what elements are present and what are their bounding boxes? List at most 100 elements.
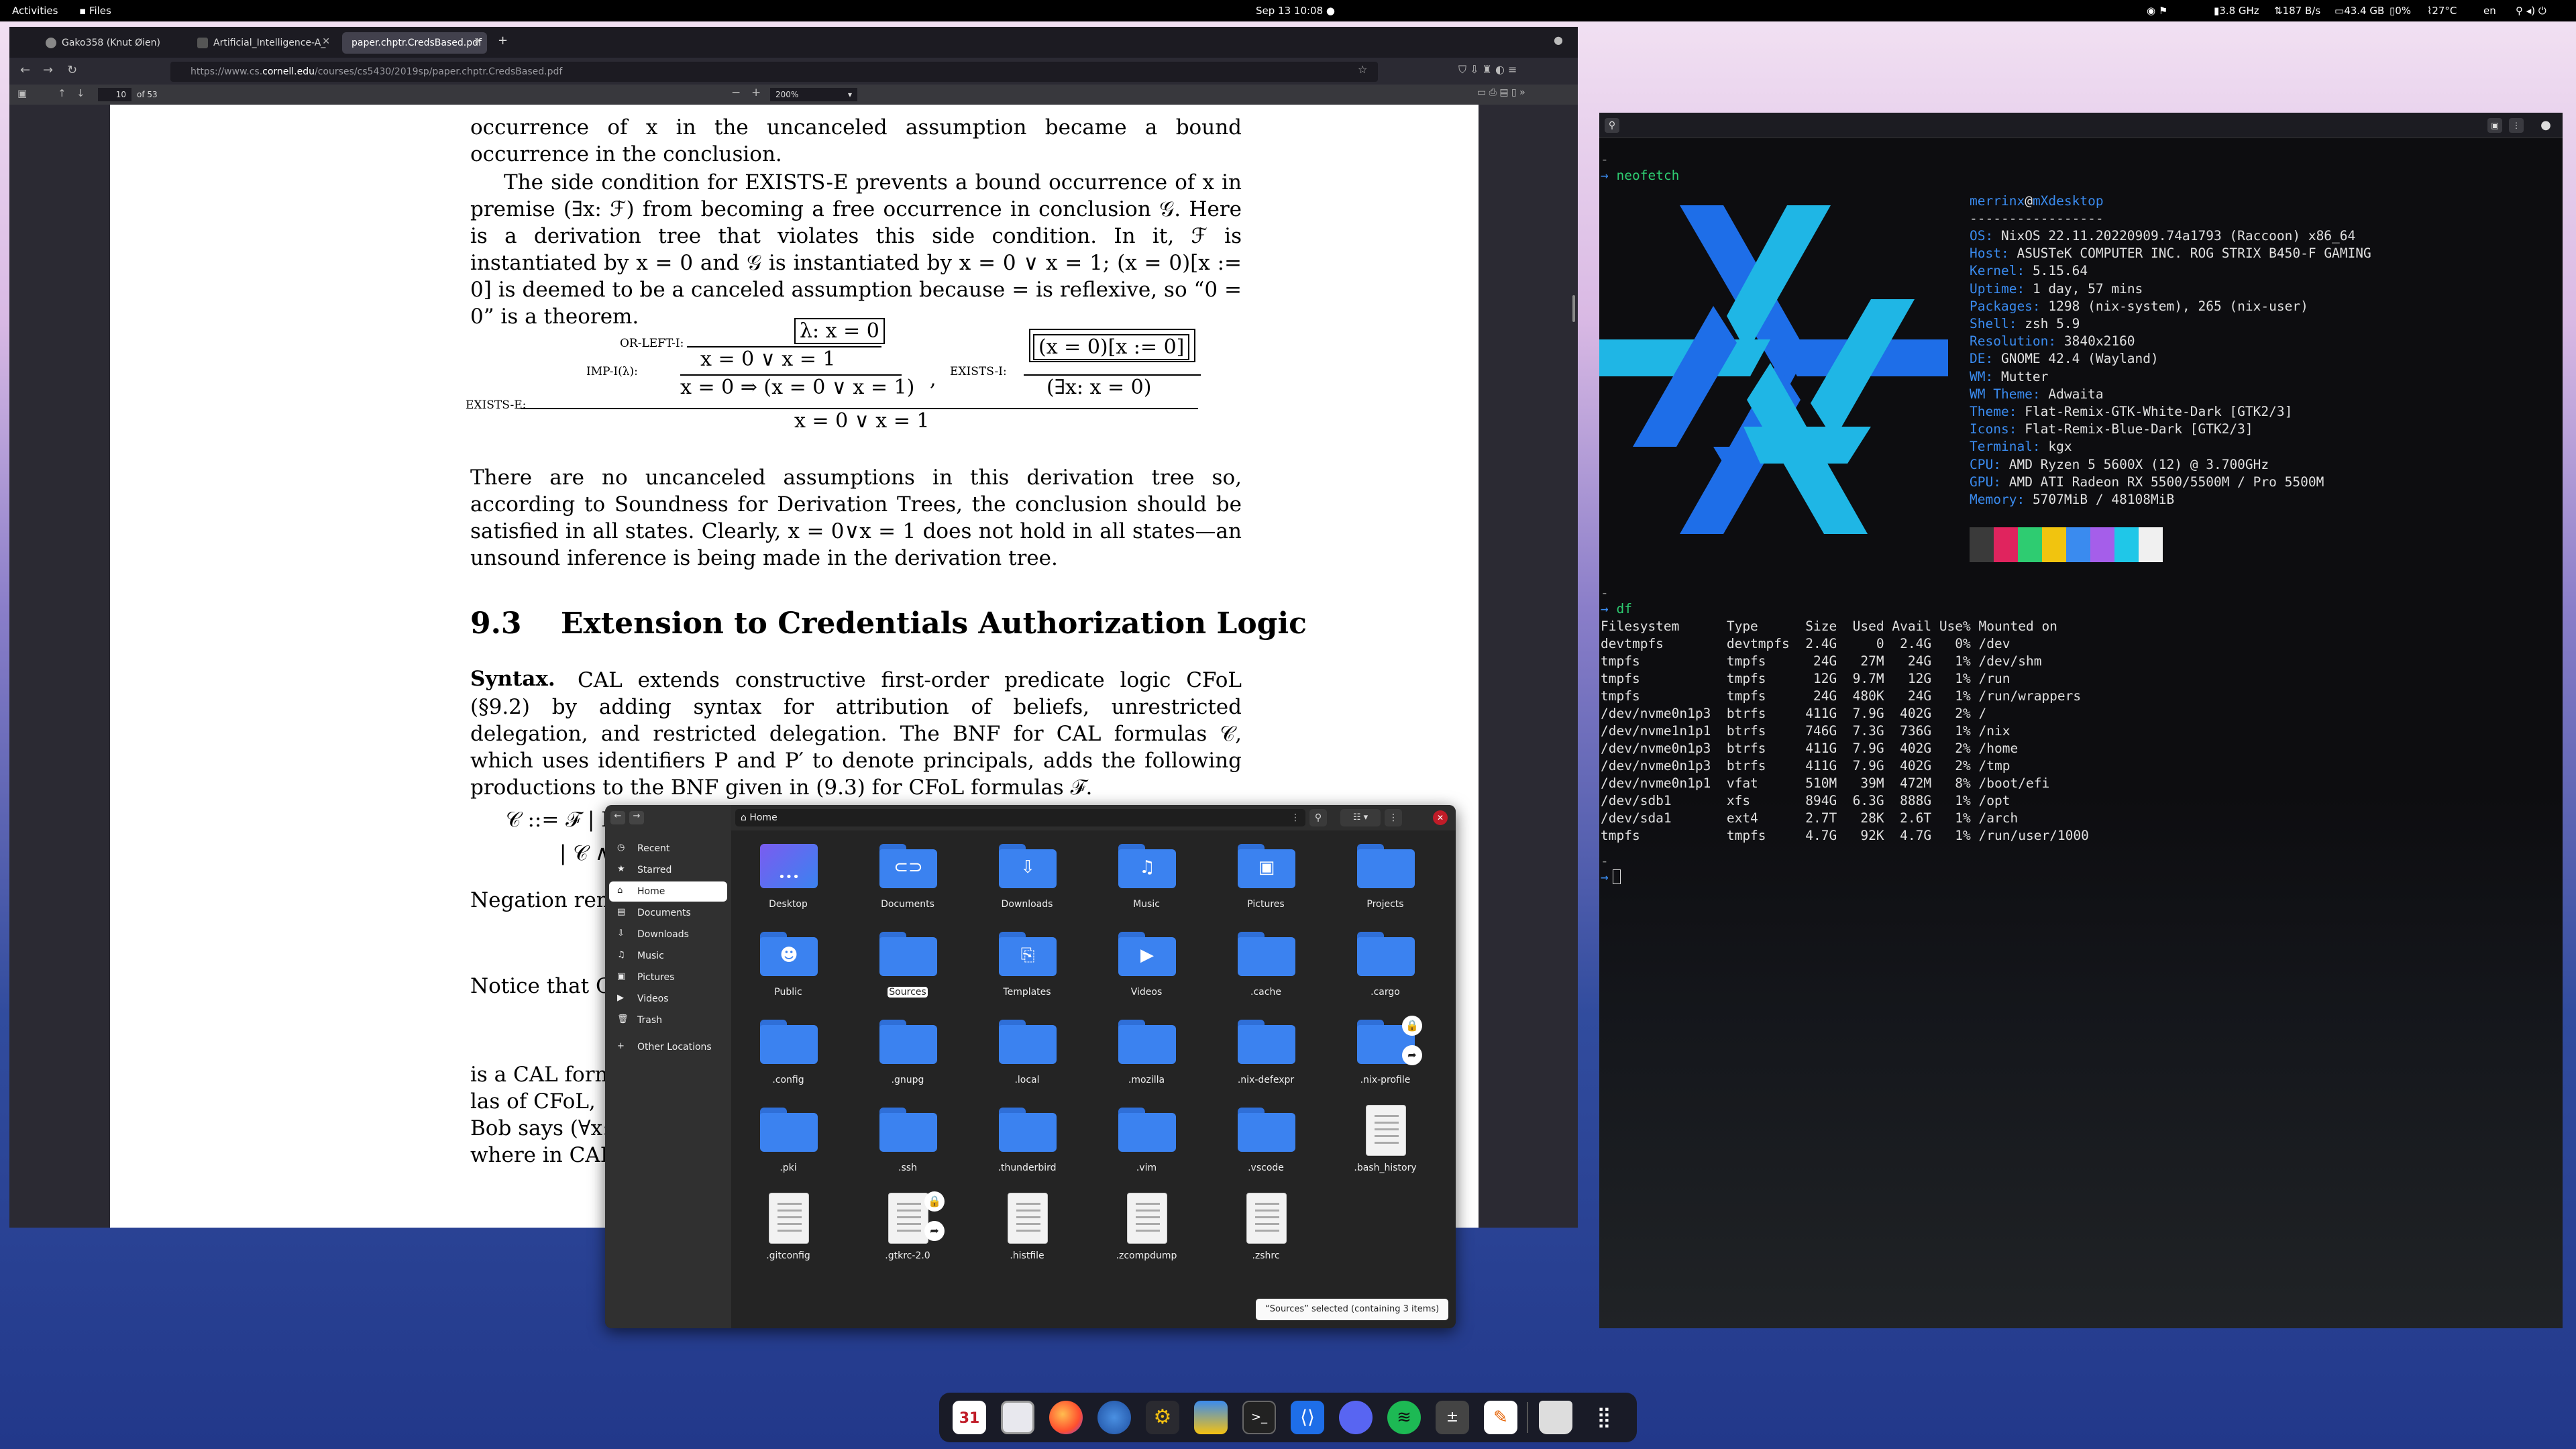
menu-icon[interactable]: ⋮ <box>2509 118 2524 133</box>
file-item[interactable]: .local <box>977 1016 1077 1096</box>
app-menu[interactable]: ▪ Files <box>79 5 111 17</box>
back-icon[interactable]: ← <box>20 63 30 77</box>
file-item[interactable]: ▶ Videos <box>1096 928 1197 1008</box>
lock-icon: 🔒 <box>924 1191 945 1212</box>
neofetch-line: Icons: Flat-Remix-Blue-Dark [GTK2/3] <box>1970 421 2253 437</box>
search-icon[interactable]: ⚲ <box>1309 809 1327 826</box>
activities-button[interactable]: Activities <box>12 5 58 17</box>
file-item[interactable]: .zcompdump <box>1096 1191 1197 1272</box>
sidebar-item-starred[interactable]: ★ Starred <box>609 860 727 880</box>
file-item[interactable]: .ssh <box>857 1104 958 1184</box>
back-icon[interactable]: ← <box>610 811 625 824</box>
terminal-body[interactable]: - → neofetch merrinx@mXdesktop ---------… <box>1599 138 2563 1328</box>
sidebar-item-trash[interactable]: 🗑 Trash <box>609 1010 727 1030</box>
calendar-icon[interactable]: 31 <box>953 1401 986 1434</box>
vscode-icon[interactable]: ⟨⟩ <box>1291 1401 1324 1434</box>
sidebar-item-other-locations[interactable]: + Other Locations <box>609 1037 727 1057</box>
new-tab-icon[interactable]: + <box>498 34 508 48</box>
sidebar-item-documents[interactable]: ▤ Documents <box>609 903 727 923</box>
file-item[interactable]: 🔒 ➦ .nix-profile <box>1335 1016 1436 1096</box>
system-menu[interactable]: ⚲ ◂) ⏻ <box>2516 5 2546 17</box>
calculator-icon[interactable]: ± <box>1436 1401 1469 1434</box>
image-viewer-icon[interactable] <box>1194 1401 1228 1434</box>
scrollbar[interactable] <box>1572 295 1575 322</box>
sidebar-item-downloads[interactable]: ⇩ Downloads <box>609 924 727 945</box>
trash-icon[interactable] <box>1539 1401 1572 1434</box>
file-item[interactable]: ••• Desktop <box>738 840 839 920</box>
cpu-indicator: ▮3.8 GHz <box>2214 5 2259 17</box>
toolbar-icons[interactable]: ⛉ ⇩ ♜ ◐ ≡ <box>1458 63 1517 76</box>
forward-icon[interactable]: → <box>629 811 644 824</box>
info-key: Kernel <box>1970 263 2017 279</box>
file-item[interactable]: .gnupg <box>857 1016 958 1096</box>
forward-icon[interactable]: → <box>43 63 53 77</box>
clock[interactable]: Sep 13 10:08 ● <box>1256 5 1335 17</box>
prev-page-icon[interactable]: ↑ <box>58 87 66 99</box>
file-item[interactable]: 🔒 ➦ .gtkrc-2.0 <box>857 1191 958 1272</box>
file-item[interactable]: .cache <box>1216 928 1316 1008</box>
close-icon[interactable]: ✕ <box>322 36 330 47</box>
robot-app-icon[interactable]: ⚙ <box>1146 1401 1179 1434</box>
menu-icon[interactable]: ⋮ <box>1385 809 1402 826</box>
sidebar-item-home[interactable]: ⌂ Home <box>609 881 727 902</box>
file-item[interactable]: ▣ Pictures <box>1216 840 1316 920</box>
sidebar-item-recent[interactable]: ◷ Recent <box>609 839 727 859</box>
zoom-select[interactable]: 200% ▾ <box>770 88 857 101</box>
file-item[interactable]: .nix-defexpr <box>1216 1016 1316 1096</box>
zoom-out-icon[interactable]: − <box>731 86 741 99</box>
firefox-icon[interactable] <box>1049 1401 1083 1434</box>
file-item[interactable]: .cargo <box>1335 928 1436 1008</box>
spotify-icon[interactable]: ≋ <box>1387 1401 1421 1434</box>
file-item[interactable]: .vim <box>1096 1104 1197 1184</box>
sidebar-item-videos[interactable]: ▶ Videos <box>609 989 727 1009</box>
folder-icon <box>999 1108 1057 1152</box>
file-item[interactable]: ♫ Music <box>1096 840 1197 920</box>
close-icon[interactable]: ✕ <box>474 36 482 47</box>
discord-icon[interactable] <box>1339 1401 1373 1434</box>
file-item[interactable]: ⎘ Templates <box>977 928 1077 1008</box>
close-icon[interactable]: ✕ <box>1433 810 1448 825</box>
pdf-tools-icons[interactable]: ▭ ⎙ ▤ ▯ » <box>1477 87 1525 98</box>
file-item[interactable]: .config <box>738 1016 839 1096</box>
file-item[interactable]: .zshrc <box>1216 1191 1316 1272</box>
window-close-icon[interactable]: ● <box>1554 34 1563 46</box>
url-bar[interactable]: https://www.cs.cornell.edu/courses/cs543… <box>170 62 1378 82</box>
tab-pdf[interactable]: paper.chptr.CredsBased.pdf ✕ <box>342 32 487 54</box>
file-item[interactable]: ⇩ Downloads <box>977 840 1077 920</box>
thunderbird-icon[interactable] <box>1097 1401 1131 1434</box>
app-grid-icon[interactable]: ⣿ <box>1587 1401 1621 1434</box>
tab-github[interactable]: Gako358 (Knut Øien) <box>39 32 184 54</box>
reload-icon[interactable]: ↻ <box>67 63 77 77</box>
text-editor-icon[interactable]: ✎ <box>1484 1401 1517 1434</box>
tabs-icon[interactable]: ▣ <box>2487 118 2502 133</box>
neofetch-line: Uptime: 1 day, 57 mins <box>1970 281 2143 297</box>
sidebar-item-pictures[interactable]: ▣ Pictures <box>609 967 727 987</box>
sidebar-item-music[interactable]: ♫ Music <box>609 946 727 966</box>
tray-icons[interactable]: ◉ ⚑ <box>2147 5 2167 17</box>
input-language[interactable]: en <box>2483 5 2496 17</box>
tab-ai[interactable]: Artificial_Intelligence-A_ ✕ <box>191 32 335 54</box>
files-sidebar: ◷ Recent ★ Starred ⌂ Home ▤ Documents ⇩ Downloads… <box>605 805 731 1328</box>
files-app-icon[interactable] <box>1001 1401 1034 1434</box>
file-item[interactable]: .histfile <box>977 1191 1077 1272</box>
file-item[interactable]: .pki <box>738 1104 839 1184</box>
search-icon[interactable]: ⚲ <box>1605 118 1619 133</box>
file-item[interactable]: .thunderbird <box>977 1104 1077 1184</box>
file-item[interactable]: ☻ Public <box>738 928 839 1008</box>
file-item[interactable]: .gitconfig <box>738 1191 839 1272</box>
zoom-in-icon[interactable]: + <box>751 86 761 99</box>
file-item[interactable]: Sources <box>857 928 958 1008</box>
path-bar[interactable]: ⌂ Home ⋮ <box>735 809 1305 826</box>
sidebar-toggle-icon[interactable]: ▣ <box>17 87 27 99</box>
file-item[interactable]: Projects <box>1335 840 1436 920</box>
file-item[interactable]: .mozilla <box>1096 1016 1197 1096</box>
close-icon[interactable]: ● <box>2538 118 2553 133</box>
next-page-icon[interactable]: ↓ <box>76 87 85 99</box>
view-toggle[interactable]: ☷ ▾ <box>1340 809 1381 826</box>
bookmark-star-icon[interactable]: ☆ <box>1358 63 1367 76</box>
file-item[interactable]: .bash_history <box>1335 1104 1436 1184</box>
file-item[interactable]: .vscode <box>1216 1104 1316 1184</box>
file-item[interactable]: ⊂⊃ Documents <box>857 840 958 920</box>
page-number-input[interactable]: 10 <box>98 88 131 101</box>
terminal-app-icon[interactable]: >_ <box>1242 1401 1276 1434</box>
